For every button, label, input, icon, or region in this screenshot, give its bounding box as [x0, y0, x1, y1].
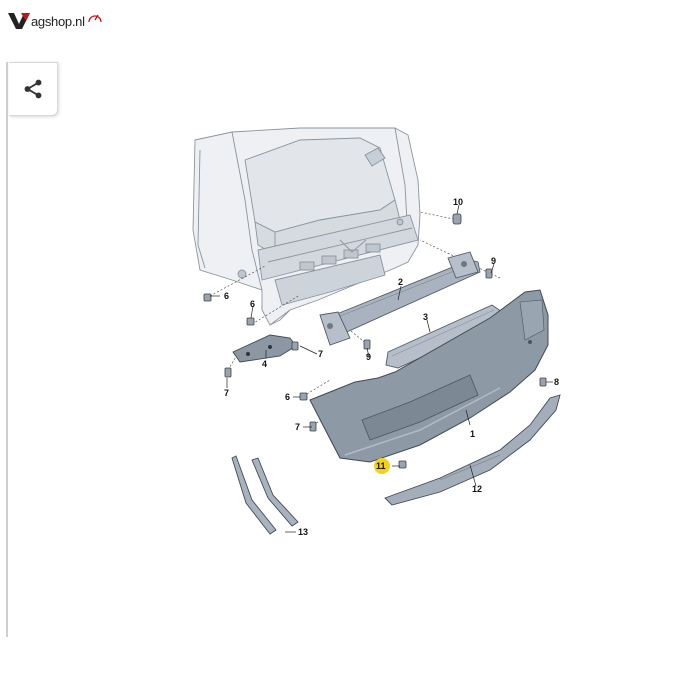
callout-9a: 9: [491, 256, 496, 266]
callout-11: 11: [376, 461, 386, 471]
callout-10: 10: [453, 197, 463, 207]
callout-6b: 6: [250, 299, 255, 309]
callout-7c: 7: [295, 422, 300, 432]
callout-2: 2: [398, 277, 403, 287]
callout-4: 4: [262, 359, 267, 369]
callout-7a: 7: [224, 388, 229, 398]
callout-1: 1: [470, 429, 475, 439]
callout-7b: 7: [318, 349, 323, 359]
callout-6c: 6: [285, 392, 290, 402]
callout-12: 12: [472, 484, 482, 494]
callout-6a: 6: [224, 291, 229, 301]
part-13-side-strips: [231, 455, 299, 535]
callout-9b: 9: [366, 352, 371, 362]
callout-3: 3: [423, 312, 428, 322]
callout-8: 8: [554, 377, 559, 387]
callout-13: 13: [298, 527, 308, 537]
part-4-bracket: [232, 334, 297, 363]
parts-diagram: 1 2 3 4 6 6 6 7 7 7 8 9 9 10 11 12 13: [192, 127, 561, 537]
